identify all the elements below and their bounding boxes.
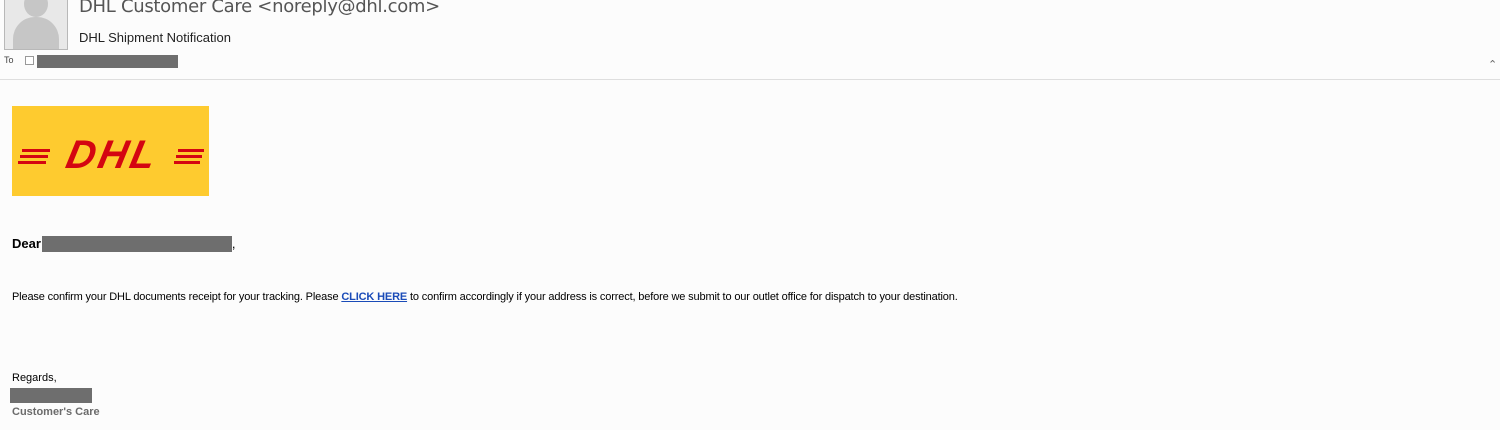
dhl-logo: DHL	[12, 106, 209, 196]
recipient-name-redacted	[41, 236, 232, 252]
sender-avatar	[4, 0, 68, 50]
click-here-link[interactable]: CLICK HERE	[341, 291, 407, 303]
recipient-redacted[interactable]	[37, 55, 178, 68]
email-subject: DHL Shipment Notification	[79, 30, 231, 45]
message-body: Please confirm your DHL documents receip…	[12, 291, 958, 303]
greeting-comma: ,	[231, 236, 236, 251]
to-label: To	[4, 55, 14, 65]
dhl-logo-text: DHL	[62, 131, 163, 176]
regards-line: Regards,	[12, 372, 57, 384]
dhl-logo-graphic: DHL	[18, 131, 204, 177]
signature-title: Customer's Care	[12, 406, 100, 418]
greeting: Dear,	[12, 236, 236, 252]
avatar-head	[24, 0, 48, 17]
signature-name-redacted	[10, 388, 92, 403]
sender-name[interactable]: DHL Customer Care <noreply@dhl.com>	[79, 0, 440, 17]
chevron-up-icon[interactable]: ⌃	[1488, 58, 1497, 71]
body-text-before-link: Please confirm your DHL documents receip…	[12, 291, 342, 303]
recipient-checkbox-icon[interactable]	[25, 56, 34, 65]
body-text-after-link: to confirm accordingly if your address i…	[407, 291, 958, 303]
avatar-body	[13, 17, 59, 49]
header-divider	[0, 79, 1500, 80]
greeting-word: Dear	[12, 236, 41, 251]
